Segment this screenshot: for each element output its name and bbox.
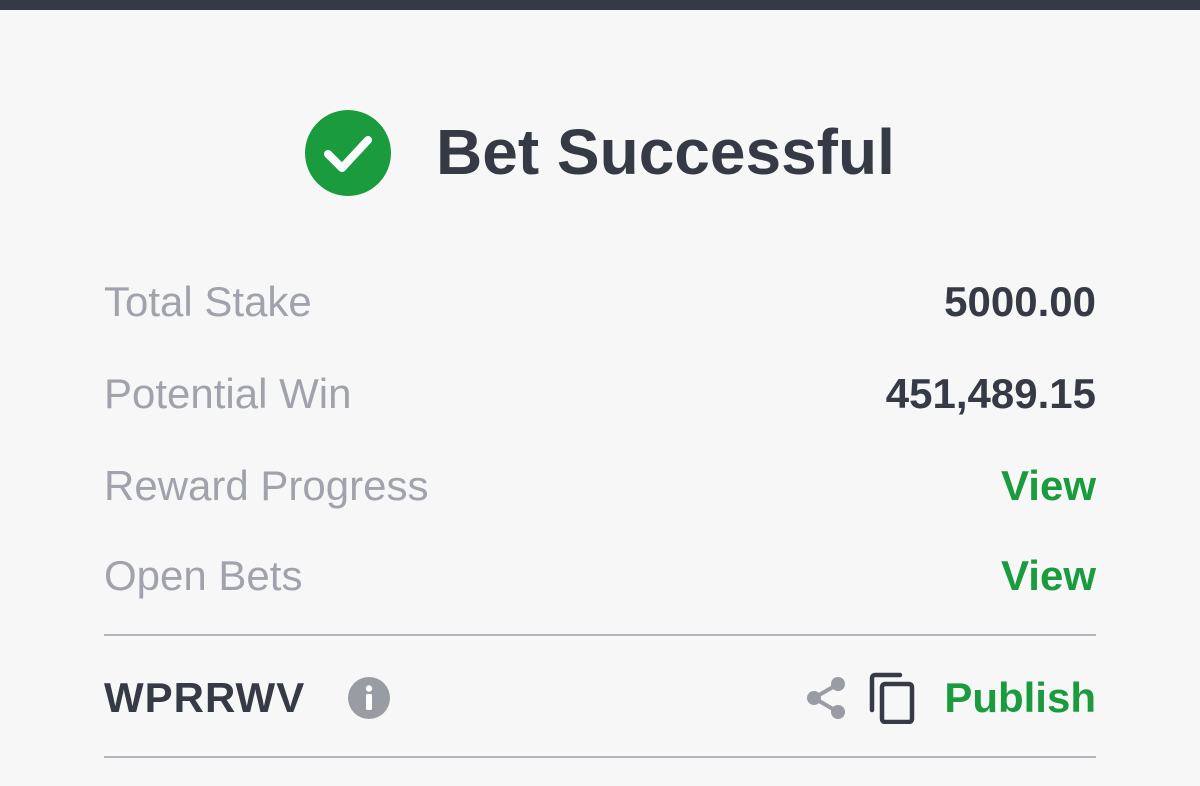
divider bbox=[104, 756, 1096, 758]
check-circle-icon bbox=[305, 110, 391, 196]
total-stake-value: 5000.00 bbox=[944, 278, 1096, 325]
total-stake-label: Total Stake bbox=[104, 278, 312, 325]
reward-progress-view-link[interactable]: View bbox=[1001, 456, 1096, 516]
info-icon[interactable] bbox=[348, 677, 390, 719]
reward-progress-row: Reward Progress View bbox=[104, 456, 1096, 516]
publish-button[interactable]: Publish bbox=[944, 666, 1096, 730]
potential-win-row: Potential Win 451,489.15 bbox=[104, 364, 1096, 424]
booking-code: WPRRWV bbox=[104, 674, 306, 721]
reward-progress-label: Reward Progress bbox=[104, 462, 429, 509]
potential-win-value: 451,489.15 bbox=[885, 370, 1096, 417]
total-stake-row: Total Stake 5000.00 bbox=[104, 272, 1096, 332]
potential-win-label: Potential Win bbox=[104, 370, 352, 417]
copy-icon[interactable] bbox=[868, 672, 916, 724]
bet-success-header: Bet Successful bbox=[0, 108, 1200, 198]
open-bets-label: Open Bets bbox=[104, 552, 303, 599]
page-title: Bet Successful bbox=[436, 116, 895, 188]
share-icon[interactable] bbox=[804, 674, 848, 722]
booking-code-row: WPRRWV Publish bbox=[104, 666, 1096, 730]
open-bets-row: Open Bets View bbox=[104, 546, 1096, 606]
divider bbox=[104, 634, 1096, 636]
top-bar bbox=[0, 0, 1200, 10]
open-bets-view-link[interactable]: View bbox=[1001, 546, 1096, 606]
